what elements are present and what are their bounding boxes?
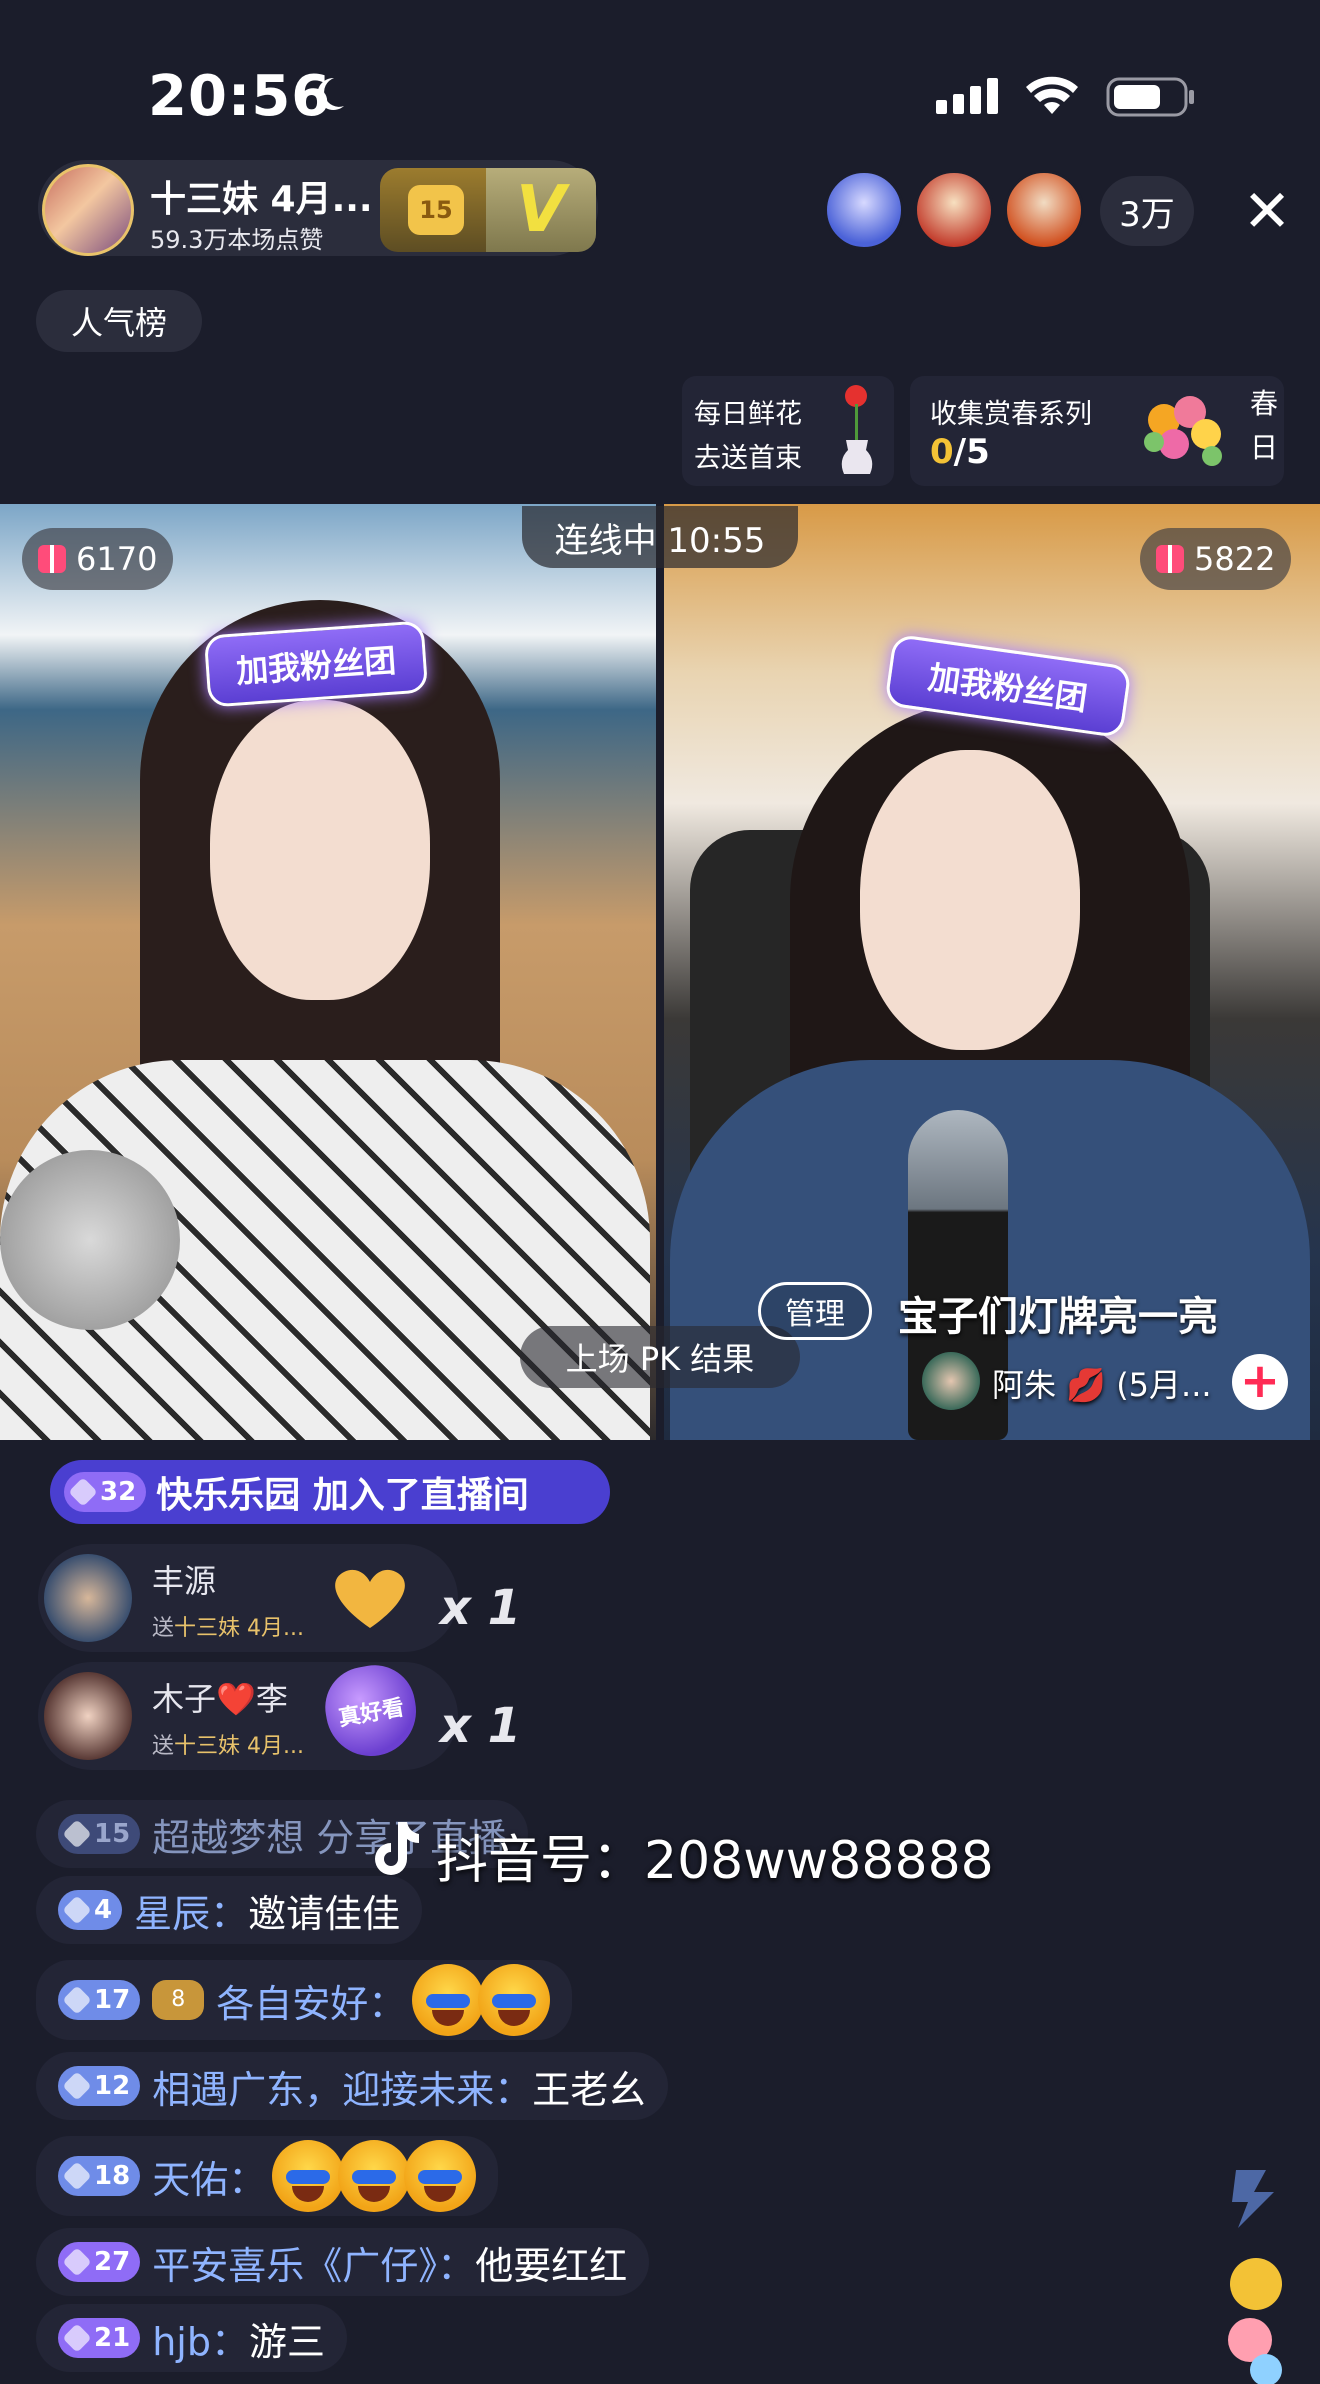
level-gem-icon	[62, 1819, 92, 1849]
chat-message: 4 星辰： 邀请佳佳	[36, 1876, 423, 1944]
follow-guest-button[interactable]: +	[1232, 1354, 1288, 1410]
level-badge: 17	[58, 1980, 141, 2020]
chat-user[interactable]: 相遇广东，迎接未来：	[152, 2059, 532, 2114]
connection-status: 连线中 10:55	[522, 506, 798, 568]
gift-icon	[1156, 545, 1184, 573]
level-gem-icon	[62, 1985, 92, 2015]
chat-message: 12 相遇广东，迎接未来： 王老幺	[36, 2052, 669, 2120]
rose-vase-icon	[841, 385, 873, 474]
chat-user[interactable]: 天佑：	[152, 2149, 266, 2204]
gift-sender-avatar[interactable]	[44, 1554, 132, 1642]
chat-message: 27 平安喜乐《广仔》： 他要红红	[36, 2228, 650, 2296]
chat-text: 邀请佳佳	[248, 1891, 401, 1936]
viewer-avatar[interactable]	[824, 170, 904, 250]
level-gem-icon	[62, 2323, 92, 2353]
like-animation-icon[interactable]	[1206, 2164, 1306, 2384]
daily-flower-title: 每日鲜花	[694, 399, 802, 430]
level-gem-icon	[62, 2247, 92, 2277]
spring-collection-title: 收集赏春系列	[930, 399, 1092, 430]
pk-result-button[interactable]: 上场 PK 结果	[520, 1326, 800, 1388]
fan-heart-icon: 15	[408, 185, 464, 235]
gift-icon	[38, 545, 66, 573]
guest-face	[860, 750, 1080, 1050]
popularity-rank-button[interactable]: 人气榜	[36, 290, 202, 352]
join-text: 快乐乐园 加入了直播间	[156, 1475, 529, 1516]
join-fan-club-sticker[interactable]: 加我粉丝团	[203, 620, 429, 708]
level-badge: 15	[58, 1814, 141, 1854]
join-notification: 32 快乐乐园 加入了直播间	[50, 1460, 610, 1524]
chat-message: 17 8 各自安好：	[36, 1960, 573, 2040]
gift-count: x 1	[440, 1580, 522, 1636]
viewer-count-button[interactable]: 3万	[1100, 176, 1194, 246]
coin-badge: 8	[152, 1980, 205, 2020]
host-avatar[interactable]	[42, 164, 134, 256]
level-gem-icon	[68, 1477, 98, 1507]
level-badge: 12	[58, 2066, 141, 2106]
gift-sender-name: 木子❤️李	[152, 1680, 288, 1718]
host-score: 6170	[76, 540, 158, 578]
admin-tag: 管理	[758, 1282, 872, 1340]
chat-text: 王老幺	[532, 2067, 647, 2112]
admin-message: 宝子们灯牌亮一亮	[898, 1294, 1218, 1340]
host-likes: 59.3万本场点赞	[150, 226, 324, 254]
level-badge: 4	[58, 1890, 123, 1930]
chat-user[interactable]: 星辰：	[134, 1883, 248, 1938]
chat-user[interactable]: hjb：	[152, 2311, 249, 2366]
battery-icon	[1106, 77, 1194, 117]
share-user[interactable]: 超越梦想	[152, 1807, 304, 1862]
daily-flower-subtitle: 去送首束	[694, 443, 802, 474]
level-badge: 21	[58, 2318, 141, 2358]
moon-icon	[317, 77, 344, 110]
guest-score-badge[interactable]: 5822	[1140, 528, 1292, 590]
gift-recipient: 送十三妹 4月...	[152, 1616, 304, 1641]
spring-side-label: 春日	[1250, 387, 1279, 464]
gift-sender-name: 丰源	[152, 1562, 217, 1600]
spring-collection-progress: 0/5	[930, 432, 990, 472]
level-badge: 27	[58, 2242, 141, 2282]
gift-recipient: 送十三妹 4月...	[152, 1734, 304, 1759]
wifi-icon	[1026, 76, 1078, 114]
laugh-cry-emoji-icon	[412, 1964, 551, 2036]
laugh-cry-emoji-icon	[272, 2140, 477, 2212]
host-score-badge[interactable]: 6170	[22, 528, 174, 590]
guest-name[interactable]: 阿朱 💋 (5月...	[992, 1360, 1212, 1406]
host-name: 十三妹 4月...	[150, 179, 373, 220]
viewer-avatar[interactable]	[1004, 170, 1084, 250]
status-time: 20:56	[148, 64, 332, 129]
douyin-logo-icon	[375, 1822, 419, 1875]
host-face	[210, 700, 430, 1000]
fan-club-badge[interactable]: 15	[380, 168, 492, 252]
guest-score: 5822	[1194, 540, 1276, 578]
gift-sender-avatar[interactable]	[44, 1672, 132, 1760]
chat-message: 21 hjb： 游三	[36, 2304, 347, 2372]
chat-message: 18 天佑：	[36, 2136, 499, 2216]
level-badge: 32	[64, 1472, 147, 1512]
close-icon[interactable]: ✕	[1236, 180, 1298, 242]
cellular-signal-icon	[936, 78, 1004, 114]
level-gem-icon	[62, 2161, 92, 2191]
viewer-avatar[interactable]	[914, 170, 994, 250]
microphone-icon	[0, 1150, 180, 1330]
flower-bouquet-icon	[1144, 396, 1222, 466]
gold-heart-gift-icon	[335, 1569, 405, 1628]
v-badge[interactable]: V	[486, 168, 596, 252]
chat-user[interactable]: 平安喜乐《广仔》：	[152, 2235, 475, 2290]
level-gem-icon	[62, 1895, 92, 1925]
gift-count: x 1	[440, 1698, 522, 1754]
level-badge: 18	[58, 2156, 141, 2196]
chat-user[interactable]: 各自安好：	[216, 1973, 406, 2028]
level-gem-icon	[62, 2071, 92, 2101]
douyin-id-watermark: 抖音号：208ww88888	[436, 1831, 994, 1891]
chat-text: 游三	[248, 2319, 325, 2364]
chat-text: 他要红红	[475, 2243, 628, 2288]
guest-avatar[interactable]	[922, 1352, 980, 1410]
